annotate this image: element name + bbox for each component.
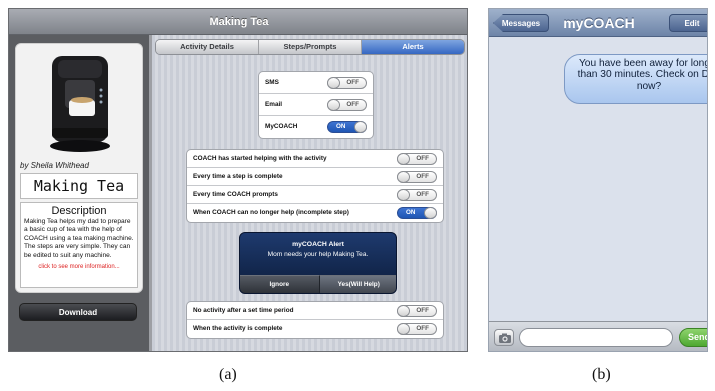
channel-settings: SMS OFF Email OFF MyCOACH ON <box>258 71 374 139</box>
alert-rule-row: No activity after a set time period OFF <box>187 302 443 320</box>
message-input[interactable] <box>519 328 673 347</box>
mycoach-alert-popup: myCOACH Alert Mom needs your help Making… <box>239 232 397 294</box>
alert-rule-label: Every time COACH prompts <box>193 191 278 198</box>
alert-rule-label: When the activity is complete <box>193 325 283 332</box>
main-content: Activity Details Steps/Prompts Alerts SM… <box>149 35 467 351</box>
will-help-button[interactable]: Yes(Will Help) <box>318 275 396 293</box>
toggle-state: OFF <box>416 307 429 314</box>
channel-row-sms: SMS OFF <box>259 72 373 94</box>
camera-button[interactable] <box>494 329 514 346</box>
tab-steps-prompts[interactable]: Steps/Prompts <box>259 40 362 54</box>
messages-back-button[interactable]: Messages <box>493 14 549 32</box>
channel-label: SMS <box>265 79 279 86</box>
toggle-state: OFF <box>346 79 359 86</box>
toggle-state: OFF <box>416 173 429 180</box>
toggle-state: OFF <box>346 101 359 108</box>
extra-alert-rules: No activity after a set time period OFF … <box>186 301 444 339</box>
sidebar: by Sheila Whithead Making Tea Descriptio… <box>9 35 149 351</box>
more-info-link[interactable]: click to see more information... <box>24 264 134 270</box>
alert-buttons: Ignore Yes(Will Help) <box>240 275 396 293</box>
toggle-state: ON <box>336 123 346 130</box>
alert-message: Mom needs your help Making Tea. <box>267 251 369 258</box>
ignore-button[interactable]: Ignore <box>240 275 319 293</box>
toggle-knob <box>397 189 410 201</box>
message-bubble: You have been away for longer than 30 mi… <box>564 54 708 104</box>
alert-rule-label: When COACH can no longer help (incomplet… <box>193 209 349 216</box>
alert-rule-row: Every time COACH prompts OFF <box>187 186 443 204</box>
toggle-knob <box>327 99 340 111</box>
toggle-state: OFF <box>416 191 429 198</box>
tab-activity-details[interactable]: Activity Details <box>156 40 259 54</box>
activity-title: Making Tea <box>20 173 138 199</box>
channel-row-mycoach: MyCOACH ON <box>259 116 373 138</box>
toggle-knob <box>327 77 340 89</box>
email-toggle[interactable]: OFF <box>327 99 367 111</box>
alert-rule-label: Every time a step is complete <box>193 173 283 180</box>
window-title: Making Tea <box>9 9 467 35</box>
toggle-state: ON <box>406 209 416 216</box>
toggle-knob <box>397 305 410 317</box>
alert-rule-row: When the activity is complete OFF <box>187 320 443 338</box>
download-button[interactable]: Download <box>19 303 137 321</box>
tab-alerts[interactable]: Alerts <box>362 40 464 54</box>
caption-a: (a) <box>219 366 237 383</box>
alert-rule-row: Every time a step is complete OFF <box>187 168 443 186</box>
toggle-knob <box>397 153 410 165</box>
rule-toggle-started[interactable]: OFF <box>397 153 437 165</box>
ipad-screen: Making Tea by Sheila Whithead Making Tea <box>8 8 468 352</box>
channel-label: Email <box>265 101 283 108</box>
toggle-state: OFF <box>416 155 429 162</box>
mycoach-toggle[interactable]: ON <box>327 121 367 133</box>
channel-label: MyCOACH <box>265 123 298 130</box>
caption-b: (b) <box>592 366 611 383</box>
rule-toggle-prompts[interactable]: OFF <box>397 189 437 201</box>
channel-row-email: Email OFF <box>259 94 373 116</box>
compose-bar: Send <box>489 321 707 351</box>
alert-rule-label: No activity after a set time period <box>193 307 294 314</box>
description-box: Description Making Tea helps my dad to p… <box>20 202 138 288</box>
alert-rule-row: COACH has started helping with the activ… <box>187 150 443 168</box>
toggle-knob <box>397 171 410 183</box>
toggle-knob <box>397 323 410 335</box>
nav-bar: Messages myCOACH Edit <box>489 9 707 37</box>
activity-card: by Sheila Whithead Making Tea Descriptio… <box>15 43 143 293</box>
figure: Making Tea by Sheila Whithead Making Tea <box>0 0 715 391</box>
camera-icon <box>499 333 511 343</box>
conversation-title: myCOACH <box>563 15 635 31</box>
rule-toggle-no-longer-help[interactable]: ON <box>397 207 437 219</box>
message-text: You have been away for longer than 30 mi… <box>577 58 708 92</box>
alert-rules: COACH has started helping with the activ… <box>186 149 444 223</box>
rule-toggle-activity-complete[interactable]: OFF <box>397 323 437 335</box>
author-byline: by Sheila Whithead <box>20 161 89 170</box>
rule-toggle-step-complete[interactable]: OFF <box>397 171 437 183</box>
iphone-screen: Messages myCOACH Edit You have been away… <box>488 8 708 352</box>
alert-title: myCOACH Alert <box>292 241 344 248</box>
rule-toggle-no-activity[interactable]: OFF <box>397 305 437 317</box>
edit-button[interactable]: Edit <box>669 14 707 32</box>
alert-rule-label: COACH has started helping with the activ… <box>193 155 327 162</box>
send-button[interactable]: Send <box>679 328 707 347</box>
toggle-knob <box>354 121 367 133</box>
description-heading: Description <box>51 205 107 217</box>
tea-machine-image <box>50 56 110 152</box>
description-text: Making Tea helps my dad to prepare a bas… <box>24 218 134 259</box>
alert-rule-row: When COACH can no longer help (incomplet… <box>187 204 443 222</box>
toggle-knob <box>424 207 437 219</box>
toggle-state: OFF <box>416 325 429 332</box>
tab-bar: Activity Details Steps/Prompts Alerts <box>155 39 465 55</box>
sms-toggle[interactable]: OFF <box>327 77 367 89</box>
